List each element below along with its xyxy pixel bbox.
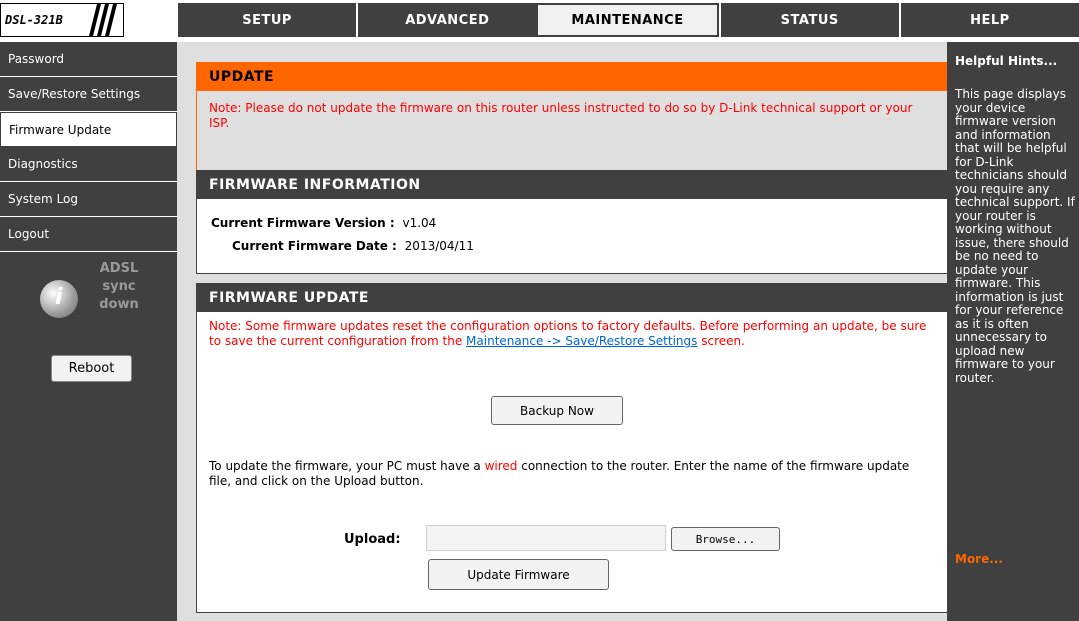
upload-label: Upload: xyxy=(344,532,401,547)
model-logo: DSL-321B xyxy=(0,3,124,37)
firmware-update-note-tail: screen. xyxy=(697,334,745,348)
firmware-info-section: FIRMWARE INFORMATION Current Firmware Ve… xyxy=(196,170,948,274)
firmware-date-label: Current Firmware Date : xyxy=(232,239,397,253)
wired-emphasis: wired xyxy=(484,459,518,473)
adsl-status-line: down xyxy=(99,297,139,312)
adsl-status-line: sync xyxy=(102,279,136,294)
sidebar-item-logout[interactable]: Logout xyxy=(0,217,177,252)
tab-status[interactable]: STATUS xyxy=(718,3,899,37)
upload-instructions: To update the firmware, your PC must hav… xyxy=(209,459,929,489)
hints-more-link[interactable]: More... xyxy=(955,552,1003,566)
tab-maintenance[interactable]: MAINTENANCE xyxy=(536,3,719,37)
sidebar-item-save-restore[interactable]: Save/Restore Settings xyxy=(0,77,177,112)
tab-setup[interactable]: SETUP xyxy=(176,3,357,37)
hints-text: This page displays your device firmware … xyxy=(955,87,1075,385)
adsl-status: i ADSL sync down xyxy=(38,260,158,322)
save-restore-settings-link[interactable]: Maintenance -> Save/Restore Settings xyxy=(466,334,697,348)
hints-title: Helpful Hints... xyxy=(955,54,1058,68)
firmware-version-value: v1.04 xyxy=(402,216,437,230)
backup-now-button[interactable]: Backup Now xyxy=(491,396,623,425)
firmware-version-label: Current Firmware Version : xyxy=(211,216,395,230)
stripes-logo-icon xyxy=(89,4,117,36)
update-title: UPDATE xyxy=(197,63,947,91)
sidebar: Password Save/Restore Settings Firmware … xyxy=(0,42,177,621)
reboot-button[interactable]: Reboot xyxy=(51,355,132,382)
main-nav: SETUP ADVANCED MAINTENANCE STATUS HELP xyxy=(176,3,1079,37)
update-firmware-button[interactable]: Update Firmware xyxy=(428,559,609,590)
tab-advanced[interactable]: ADVANCED xyxy=(356,3,537,37)
firmware-update-section: FIRMWARE UPDATE Note: Some firmware upda… xyxy=(196,283,948,613)
firmware-version-row: Current Firmware Version : v1.04 xyxy=(211,216,436,230)
tab-help[interactable]: HELP xyxy=(898,3,1079,37)
firmware-update-title: FIRMWARE UPDATE xyxy=(197,284,947,312)
info-glyph-icon: i xyxy=(55,285,63,310)
update-note: Note: Please do not update the firmware … xyxy=(209,101,913,130)
adsl-status-text: ADSL sync down xyxy=(94,260,144,314)
update-section: UPDATE Note: Please do not update the fi… xyxy=(196,62,948,174)
firmware-update-note: Note: Some firmware updates reset the co… xyxy=(209,319,929,349)
top-bar: DSL-321B SETUP ADVANCED MAINTENANCE STAT… xyxy=(0,0,1079,40)
firmware-date-row: Current Firmware Date : 2013/04/11 xyxy=(232,239,474,253)
upload-instructions-text: To update the firmware, your PC must hav… xyxy=(209,459,485,473)
sidebar-item-password[interactable]: Password xyxy=(0,42,177,77)
model-label: DSL-321B xyxy=(5,13,63,27)
firmware-info-title: FIRMWARE INFORMATION xyxy=(197,171,947,199)
main-content: UPDATE Note: Please do not update the fi… xyxy=(177,42,948,621)
sidebar-item-system-log[interactable]: System Log xyxy=(0,182,177,217)
sidebar-item-firmware-update[interactable]: Firmware Update xyxy=(0,112,177,147)
sidebar-item-diagnostics[interactable]: Diagnostics xyxy=(0,147,177,182)
firmware-date-value: 2013/04/11 xyxy=(404,239,474,253)
adsl-status-line: ADSL xyxy=(99,261,139,276)
upload-file-input[interactable] xyxy=(426,525,666,551)
browse-button[interactable]: Browse... xyxy=(671,527,780,551)
helpful-hints-panel: Helpful Hints... This page displays your… xyxy=(947,42,1079,621)
